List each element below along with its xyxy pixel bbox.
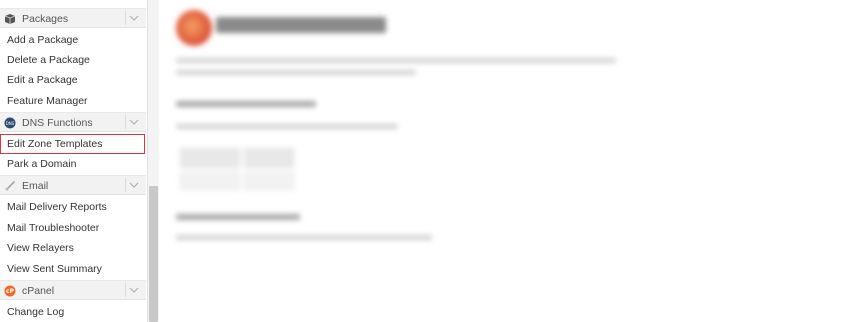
section-heading-placeholder [176, 214, 300, 220]
sidebar-item-feature-manager[interactable]: Feature Manager [0, 91, 146, 111]
email-icon [4, 180, 16, 192]
cpanel-icon: cP [4, 285, 16, 297]
table-cell [180, 172, 240, 190]
data-table-placeholder [180, 148, 294, 194]
chevron-down-icon [129, 15, 139, 21]
chevron-down-icon [129, 119, 139, 125]
section-heading-placeholder [176, 101, 316, 107]
collapse-toggle[interactable] [125, 115, 141, 129]
sidebar-item-view-relayers[interactable]: View Relayers [0, 238, 146, 258]
text-line [176, 235, 432, 240]
section-header-dns-functions[interactable]: DNS DNS Functions [0, 112, 146, 132]
page-title-placeholder [216, 17, 386, 33]
section-label: Packages [22, 13, 69, 25]
section-label: DNS Functions [22, 117, 93, 129]
sidebar-item-add-package[interactable]: Add a Package [0, 30, 146, 50]
section-header-email[interactable]: Email [0, 175, 146, 195]
sidebar-item-mail-troubleshooter[interactable]: Mail Troubleshooter [0, 218, 146, 238]
table-header-cell [180, 148, 240, 168]
sidebar-item-delete-package[interactable]: Delete a Package [0, 50, 146, 70]
collapse-toggle[interactable] [125, 178, 141, 192]
section-header-packages[interactable]: Packages [0, 8, 146, 28]
chevron-down-icon [129, 287, 139, 293]
sidebar-item-mail-delivery-reports[interactable]: Mail Delivery Reports [0, 197, 146, 217]
table-cell [244, 172, 294, 190]
sidebar-item-view-sent-summary[interactable]: View Sent Summary [0, 259, 146, 279]
section-label: Email [22, 180, 49, 192]
text-line [176, 124, 398, 129]
collapse-toggle[interactable] [125, 11, 141, 25]
svg-text:DNS: DNS [6, 121, 15, 126]
sidebar-item-edit-package[interactable]: Edit a Package [0, 70, 146, 90]
section-header-cpanel[interactable]: cP cPanel [0, 280, 146, 300]
sidebar-item-change-log[interactable]: Change Log [0, 302, 146, 322]
description-line [176, 58, 616, 63]
page-icon [176, 10, 212, 46]
main-content-blurred [158, 0, 847, 322]
collapse-toggle[interactable] [125, 283, 141, 297]
dns-icon: DNS [4, 117, 16, 129]
sidebar-nav: Packages Add a Package Delete a Package … [0, 0, 148, 322]
sidebar-item-edit-zone-templates[interactable]: Edit Zone Templates [0, 134, 145, 154]
description-line [176, 70, 416, 75]
svg-text:cP: cP [6, 288, 15, 295]
chevron-down-icon [129, 182, 139, 188]
table-header-cell [244, 148, 294, 168]
scrollbar-thumb[interactable] [149, 186, 158, 322]
section-label: cPanel [22, 285, 55, 297]
sidebar-item-park-domain[interactable]: Park a Domain [0, 154, 146, 174]
package-icon [4, 13, 16, 25]
